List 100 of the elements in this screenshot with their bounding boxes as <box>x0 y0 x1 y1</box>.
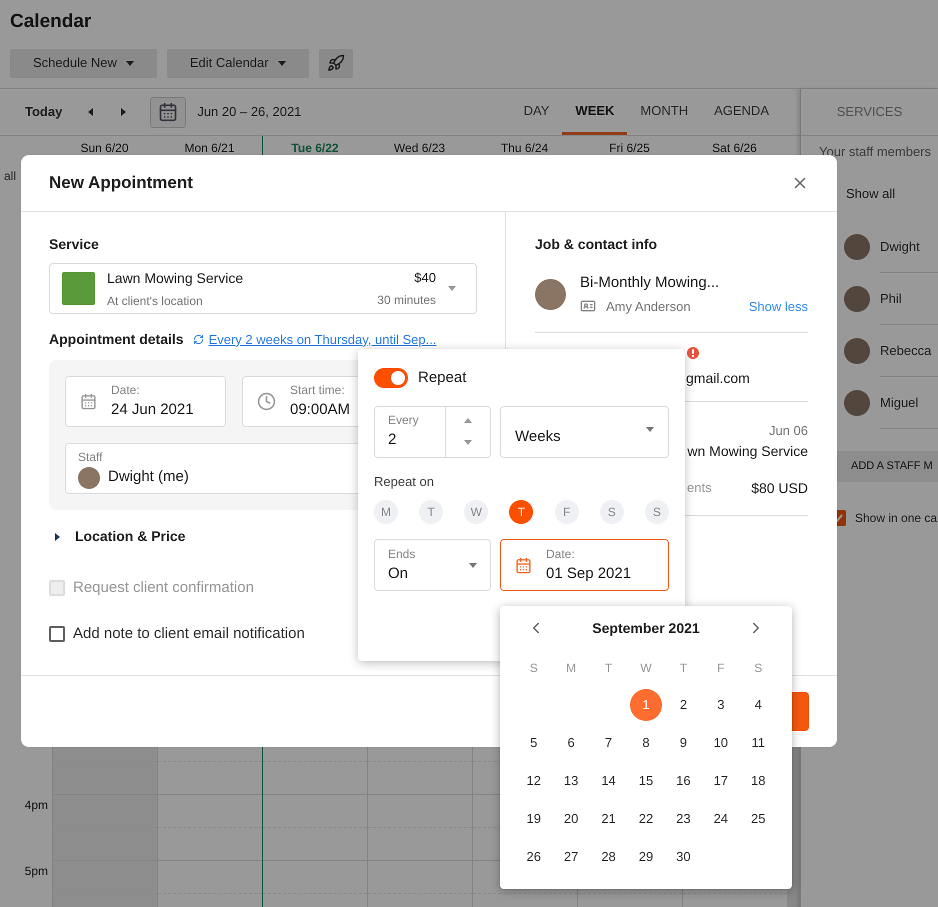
staff-name[interactable]: Dwight <box>880 236 920 256</box>
date-field[interactable]: Date: 24 Jun 2021 <box>65 376 226 427</box>
caret-icon <box>646 426 654 432</box>
right-triangle-icon <box>120 108 126 116</box>
day-header: Wed 6/23 <box>392 140 446 157</box>
dropdown-button[interactable]: Schedule New <box>10 48 157 78</box>
weekday-label: T <box>678 660 688 677</box>
service-select[interactable]: Lawn Mowing Service At client's location $40 30 minutes <box>49 263 477 314</box>
avatar <box>844 338 870 364</box>
dropdown-button[interactable]: Edit Calendar <box>166 48 309 78</box>
weekday-label: M <box>565 660 578 677</box>
caret-icon <box>464 418 472 423</box>
service-duration: 30 minutes <box>377 292 436 310</box>
section-label: Job & contact info <box>535 235 658 254</box>
calendar-day[interactable]: 23 <box>667 803 700 835</box>
calendar-day[interactable]: 14 <box>592 765 625 797</box>
month-title: September 2021 <box>592 618 700 638</box>
alert-icon <box>687 347 699 359</box>
calendar-day[interactable]: 5 <box>518 727 550 759</box>
view-tab[interactable]: DAY <box>510 89 562 135</box>
calendar-day[interactable]: 24 <box>704 803 737 835</box>
calendar-icon <box>158 102 178 122</box>
caret-icon <box>464 440 472 445</box>
end-date-field[interactable]: Date: 01 Sep 2021 <box>500 539 669 591</box>
calendar-day[interactable]: 2 <box>667 689 700 721</box>
calendar-day[interactable]: 29 <box>630 841 662 873</box>
clock-icon <box>257 392 276 411</box>
avatar <box>844 286 870 312</box>
rocket-button[interactable] <box>318 48 353 78</box>
calendar-day[interactable]: 26 <box>518 841 550 873</box>
calendar-day[interactable]: 25 <box>742 803 774 835</box>
ends-select[interactable]: Ends On <box>374 539 491 591</box>
client-email: gmail.com <box>685 369 751 388</box>
repeat-icon <box>192 334 204 345</box>
checkbox[interactable] <box>49 626 65 642</box>
calendar-day[interactable]: 10 <box>704 727 737 759</box>
last-visit-date: Jun 06 <box>768 422 808 440</box>
calendar-picker-button[interactable] <box>150 96 186 128</box>
service-name: Lawn Mowing Service <box>107 268 244 288</box>
calendar-icon <box>80 393 97 410</box>
right-triangle-icon <box>55 532 61 540</box>
calendar-day[interactable]: 15 <box>630 765 662 797</box>
hour-label: 5pm <box>24 863 48 880</box>
unit-select[interactable]: Weeks <box>500 406 669 458</box>
calendar-day[interactable]: 18 <box>742 765 774 797</box>
calendar-day[interactable]: 16 <box>667 765 700 797</box>
calendar-day[interactable]: 20 <box>555 803 588 835</box>
calendar-day[interactable]: 7 <box>592 727 625 759</box>
show-in-one-label: Show in one ca <box>855 510 938 527</box>
recurrence-link[interactable]: Every 2 weeks on Thursday, until Sep... <box>208 330 436 350</box>
weekday-label: S <box>753 660 764 677</box>
weekday-label: S <box>528 660 539 677</box>
every-field[interactable]: Every 2 <box>374 406 491 458</box>
avatar <box>78 466 100 488</box>
calendar-day[interactable]: 27 <box>555 841 588 873</box>
day-header: Sat 6/26 <box>711 140 758 157</box>
weekday-label: T <box>604 660 614 677</box>
calendar-day[interactable]: 13 <box>555 765 588 797</box>
all-day-label: all <box>4 168 16 185</box>
total-label: ents <box>687 479 712 498</box>
avatar <box>844 390 870 416</box>
calendar-day[interactable]: 22 <box>630 803 662 835</box>
option-label: Add note to client email notification <box>73 624 305 644</box>
repeat-switch[interactable] <box>374 368 408 388</box>
weekday-label: F <box>716 660 726 677</box>
staff-name[interactable]: Phil <box>880 288 902 308</box>
calendar-day[interactable]: 19 <box>518 803 550 835</box>
left-triangle-icon <box>88 108 93 116</box>
calendar-day[interactable]: 3 <box>704 689 737 721</box>
staff-name[interactable]: Miguel <box>880 392 918 412</box>
rocket-icon <box>326 54 345 72</box>
calendar-day[interactable]: 28 <box>592 841 625 873</box>
view-tab[interactable]: AGENDA <box>701 89 782 135</box>
today-button[interactable]: Today <box>25 102 62 122</box>
calendar-day[interactable]: 11 <box>742 727 774 759</box>
section-label: Appointment details <box>49 330 184 349</box>
calendar-day[interactable]: 6 <box>555 727 588 759</box>
section-label: Service <box>49 235 100 254</box>
option-label: Request client confirmation <box>73 578 254 598</box>
page-title: Calendar <box>10 10 92 34</box>
next-button[interactable] <box>118 105 128 119</box>
calendar-day[interactable]: 12 <box>518 765 550 797</box>
calendar-day[interactable]: 21 <box>592 803 625 835</box>
calendar-icon <box>515 556 532 574</box>
view-tab[interactable]: WEEK <box>562 89 628 135</box>
client-name: Amy Anderson <box>606 298 691 316</box>
location-price-toggle[interactable]: Location & Price <box>55 526 186 547</box>
calendar-day[interactable]: 4 <box>742 689 774 721</box>
avatar <box>535 278 566 310</box>
photo-placeholder <box>62 272 95 305</box>
calendar-day[interactable]: 17 <box>704 765 737 797</box>
calendar-day[interactable]: 9 <box>667 727 700 759</box>
contact-card-icon <box>580 298 596 314</box>
day-header: Sun 6/20 <box>79 140 130 157</box>
calendar-day[interactable]: 8 <box>630 727 662 759</box>
hour-label: 4pm <box>24 797 48 814</box>
staff-name[interactable]: Rebecca <box>880 340 932 360</box>
job-name: Bi-Monthly Mowing... <box>580 273 720 293</box>
calendar-day[interactable]: 30 <box>667 841 700 873</box>
view-tab[interactable]: MONTH <box>627 89 702 135</box>
